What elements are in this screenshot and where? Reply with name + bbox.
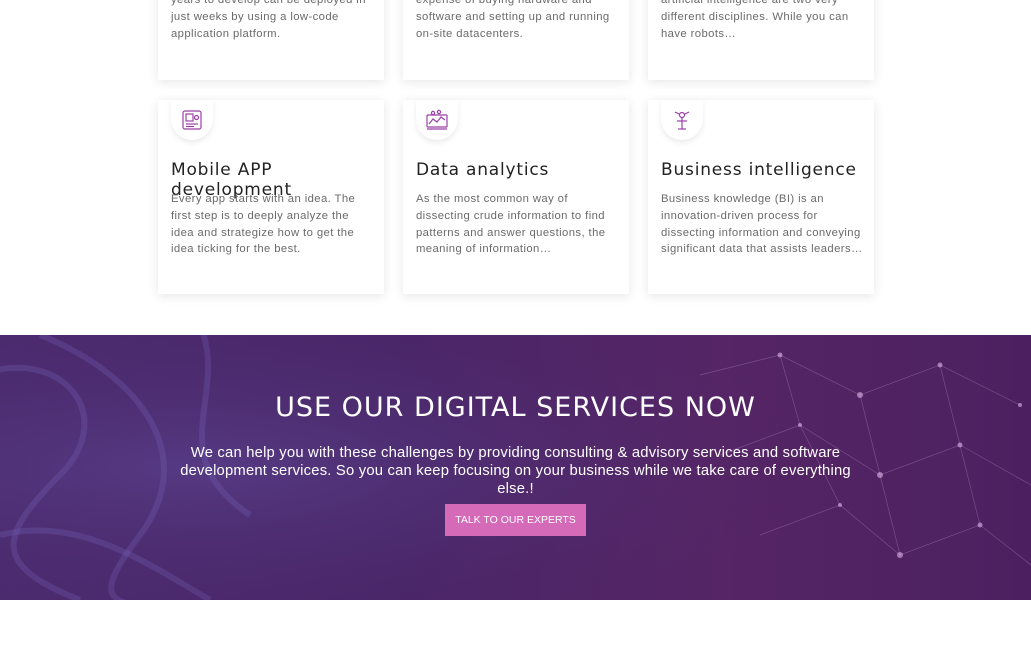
- service-card-top-3: artificial intelligence are two very dif…: [648, 0, 874, 80]
- card-description: As the most common way of dissecting cru…: [416, 193, 606, 256]
- banner-subtext: We can help you with these challenges by…: [180, 445, 851, 497]
- digital-services-banner: USE OUR DIGITAL SERVICES NOW We can help…: [0, 335, 1031, 600]
- card-title[interactable]: Data analytics: [416, 160, 549, 180]
- service-card-mobile-app[interactable]: Mobile APP development Every app starts …: [158, 100, 384, 294]
- mobile-app-icon: [171, 100, 213, 140]
- business-intelligence-icon: [661, 100, 703, 140]
- card-description: Business knowledge (BI) is an innovation…: [661, 193, 863, 256]
- service-card-top-2: expense of buying hardware and software …: [403, 0, 629, 80]
- banner-heading: USE OUR DIGITAL SERVICES NOW: [275, 392, 756, 423]
- data-analytics-icon: [416, 100, 458, 140]
- service-card-business-intelligence[interactable]: Business intelligence Business knowledge…: [648, 100, 874, 294]
- card-description: expense of buying hardware and software …: [416, 0, 610, 40]
- service-card-top-1: years to develop can be deployed in just…: [158, 0, 384, 80]
- talk-to-experts-button[interactable]: TALK TO OUR EXPERTS: [445, 504, 586, 536]
- card-title[interactable]: Business intelligence: [661, 160, 857, 180]
- service-card-data-analytics[interactable]: Data analytics As the most common way of…: [403, 100, 629, 294]
- card-description: years to develop can be deployed in just…: [171, 0, 366, 40]
- card-description: Every app starts with an idea. The first…: [171, 193, 356, 256]
- card-description: artificial intelligence are two very dif…: [661, 0, 849, 40]
